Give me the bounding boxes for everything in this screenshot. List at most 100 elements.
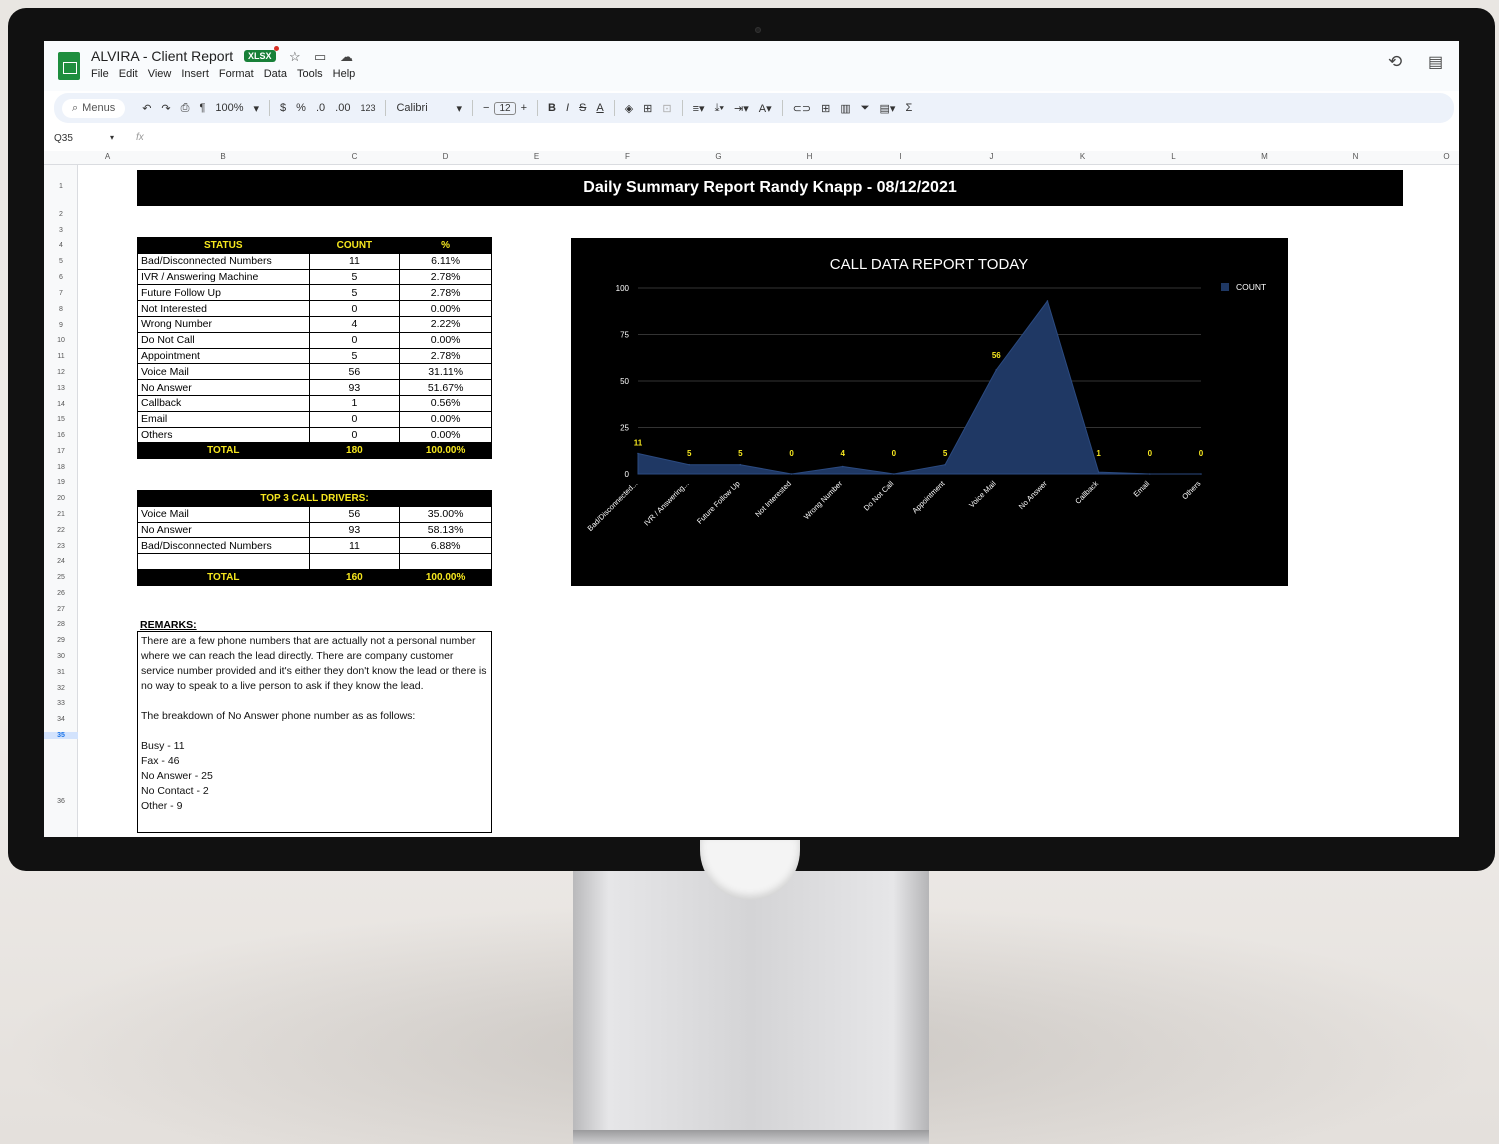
- count-cell[interactable]: 5: [308, 347, 401, 365]
- row-header-selected[interactable]: 35: [44, 732, 78, 739]
- row-header[interactable]: 32: [44, 685, 78, 692]
- column-header[interactable]: H: [764, 152, 855, 161]
- font-select[interactable]: Calibri: [396, 102, 446, 114]
- remarks-box[interactable]: There are a few phone numbers that are a…: [137, 631, 492, 833]
- row-header[interactable]: 18: [44, 464, 78, 471]
- column-header[interactable]: M: [1219, 152, 1310, 161]
- driver-cell[interactable]: Voice Mail: [137, 505, 310, 523]
- cloud-status-icon[interactable]: ☁: [340, 49, 353, 65]
- column-header[interactable]: J: [946, 152, 1037, 161]
- count-cell[interactable]: 5: [308, 284, 401, 302]
- percent-cell[interactable]: 2.78%: [399, 347, 492, 365]
- menu-edit[interactable]: Edit: [119, 68, 138, 80]
- functions-button[interactable]: Σ: [905, 102, 912, 114]
- row-header[interactable]: 16: [44, 432, 78, 439]
- vertical-align-icon[interactable]: ⤓▾: [715, 102, 724, 115]
- row-header[interactable]: 30: [44, 653, 78, 660]
- total-count[interactable]: 180: [308, 442, 401, 460]
- menu-search[interactable]: ⌕ Menus: [62, 98, 126, 118]
- count-cell[interactable]: 93: [308, 379, 401, 396]
- column-header[interactable]: F: [582, 152, 673, 161]
- count-cell[interactable]: 93: [308, 521, 401, 539]
- zoom-select[interactable]: 100%: [215, 102, 243, 114]
- decrease-decimal-button[interactable]: .0: [316, 102, 325, 114]
- percent-cell[interactable]: 0.00%: [399, 331, 492, 349]
- filter-views-icon[interactable]: ▤▾: [880, 102, 896, 115]
- column-header[interactable]: G: [673, 152, 764, 161]
- column-header[interactable]: L: [1128, 152, 1219, 161]
- row-header[interactable]: 5: [44, 258, 78, 265]
- row-header[interactable]: 17: [44, 448, 78, 455]
- total-percent[interactable]: 100.00%: [399, 568, 492, 586]
- count-cell[interactable]: 5: [308, 268, 401, 286]
- name-box[interactable]: Q35: [54, 133, 73, 144]
- undo-icon[interactable]: ↶: [142, 102, 151, 115]
- italic-button[interactable]: I: [566, 102, 569, 114]
- percent-cell[interactable]: 58.13%: [399, 521, 492, 539]
- row-header[interactable]: 4: [44, 242, 78, 249]
- column-header[interactable]: D: [400, 152, 491, 161]
- column-header[interactable]: C: [309, 152, 400, 161]
- status-cell[interactable]: Email: [137, 410, 310, 428]
- document-title[interactable]: ALVIRA - Client Report: [91, 48, 233, 64]
- move-folder-icon[interactable]: ▭: [314, 49, 326, 65]
- status-cell[interactable]: Others: [137, 426, 310, 444]
- status-cell[interactable]: Appointment: [137, 347, 310, 365]
- row-header[interactable]: 14: [44, 401, 78, 408]
- row-header[interactable]: 2: [44, 211, 78, 218]
- status-cell[interactable]: Do Not Call: [137, 331, 310, 349]
- status-cell[interactable]: Callback: [137, 394, 310, 412]
- comments-icon[interactable]: ▤: [1428, 52, 1443, 72]
- row-header[interactable]: 3: [44, 227, 78, 234]
- filter-icon[interactable]: ⏷: [861, 102, 870, 115]
- row-header[interactable]: 12: [44, 369, 78, 376]
- chevron-down-icon[interactable]: ▾: [254, 102, 260, 115]
- row-header[interactable]: 10: [44, 337, 78, 344]
- percent-cell[interactable]: 6.88%: [399, 537, 492, 555]
- total-label[interactable]: TOTAL: [137, 568, 310, 586]
- bold-button[interactable]: B: [548, 102, 556, 114]
- percent-cell[interactable]: 6.11%: [399, 252, 492, 270]
- count-cell[interactable]: 11: [308, 537, 401, 555]
- count-cell[interactable]: 11: [308, 252, 401, 270]
- merge-cells-icon[interactable]: ⊡: [662, 102, 671, 115]
- percent-cell[interactable]: [399, 553, 492, 570]
- row-header[interactable]: 13: [44, 385, 78, 392]
- row-header[interactable]: 1: [44, 183, 78, 190]
- count-cell[interactable]: 1: [308, 394, 401, 412]
- status-cell[interactable]: Voice Mail: [137, 363, 310, 381]
- column-header[interactable]: I: [855, 152, 946, 161]
- row-header[interactable]: 29: [44, 637, 78, 644]
- row-header[interactable]: 27: [44, 606, 78, 613]
- status-cell[interactable]: IVR / Answering Machine: [137, 268, 310, 286]
- row-header[interactable]: 11: [44, 353, 78, 360]
- font-size-increase-icon[interactable]: +: [521, 102, 527, 114]
- menu-tools[interactable]: Tools: [297, 68, 323, 80]
- borders-icon[interactable]: ⊞: [643, 102, 652, 115]
- font-size-decrease-icon[interactable]: −: [483, 102, 489, 114]
- print-icon[interactable]: ⎙: [181, 102, 190, 115]
- chevron-down-icon[interactable]: ▾: [110, 133, 114, 142]
- menu-format[interactable]: Format: [219, 68, 254, 80]
- row-header[interactable]: 33: [44, 700, 78, 707]
- count-cell[interactable]: 56: [308, 363, 401, 381]
- row-header[interactable]: 21: [44, 511, 78, 518]
- total-percent[interactable]: 100.00%: [399, 442, 492, 460]
- row-header[interactable]: 28: [44, 621, 78, 628]
- text-color-button[interactable]: A: [596, 102, 603, 114]
- percent-cell[interactable]: 0.56%: [399, 394, 492, 412]
- number-format-button[interactable]: 123: [360, 103, 375, 113]
- menu-data[interactable]: Data: [264, 68, 287, 80]
- count-cell[interactable]: 4: [308, 315, 401, 333]
- font-size-input[interactable]: 12: [494, 101, 516, 115]
- count-cell[interactable]: 0: [308, 426, 401, 444]
- percent-format-button[interactable]: %: [296, 102, 306, 114]
- text-rotation-icon[interactable]: A▾: [759, 102, 772, 115]
- count-cell[interactable]: [308, 553, 401, 570]
- percent-cell[interactable]: 51.67%: [399, 379, 492, 396]
- percent-cell[interactable]: 0.00%: [399, 426, 492, 444]
- count-cell[interactable]: 0: [308, 331, 401, 349]
- paint-format-icon[interactable]: ¶: [199, 102, 205, 114]
- count-cell[interactable]: 56: [308, 505, 401, 523]
- column-header[interactable]: E: [491, 152, 582, 161]
